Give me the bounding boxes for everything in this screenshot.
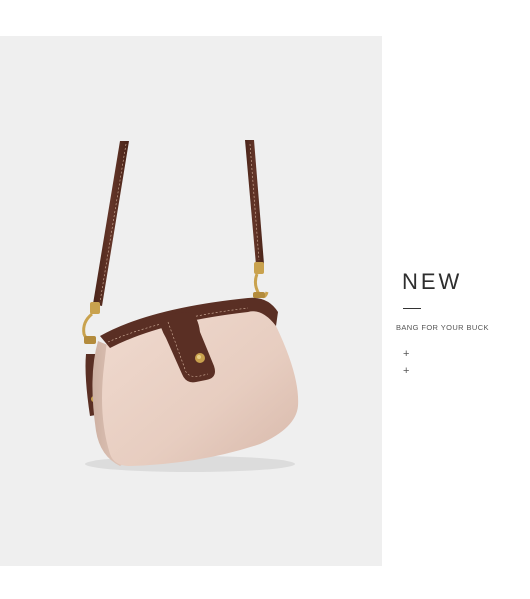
tagline: BANG FOR YOUR BUCK — [396, 323, 489, 332]
strap-right — [245, 140, 264, 265]
expand-plus-icon[interactable]: + — [403, 366, 409, 377]
product-photo — [0, 36, 382, 566]
collection-title: NEW — [402, 269, 463, 294]
left-clasp — [82, 302, 100, 344]
strap-left — [93, 141, 129, 306]
bag-illustration — [82, 140, 299, 472]
info-panel: NEW BANG FOR YOUR BUCK + + — [382, 36, 530, 566]
expand-plus-icon[interactable]: + — [403, 349, 409, 360]
right-clasp — [253, 262, 269, 299]
title-divider — [403, 308, 421, 309]
